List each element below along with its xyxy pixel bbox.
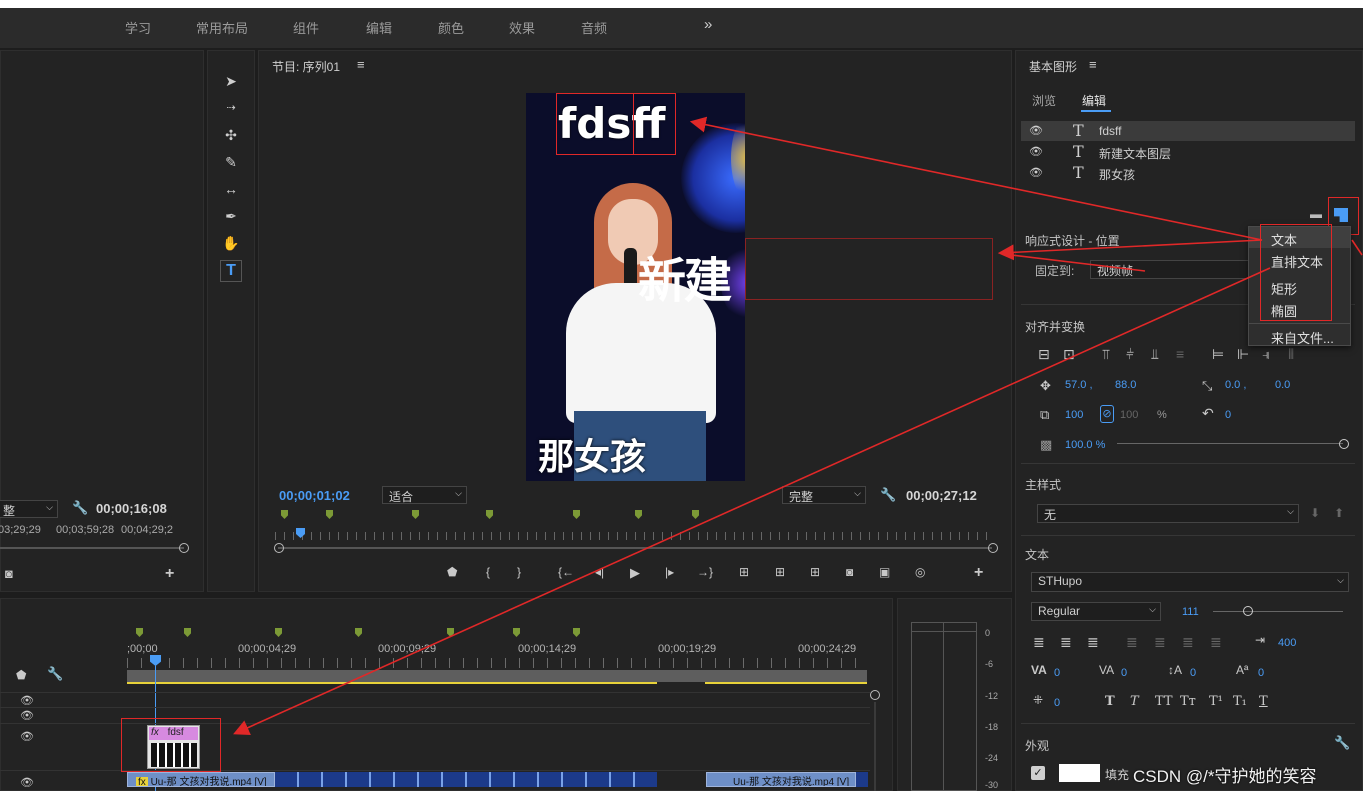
annotation-arrow (1351, 239, 1363, 256)
annotation-arrows (233, 116, 1363, 736)
annotation-arrow (997, 239, 1263, 261)
annotation-arrow (233, 267, 1271, 736)
csdn-watermark: CSDN @/*守护她的笑容 (1133, 767, 1317, 786)
annotation-arrow (689, 116, 1263, 241)
annotation-arrow (1002, 253, 1146, 272)
